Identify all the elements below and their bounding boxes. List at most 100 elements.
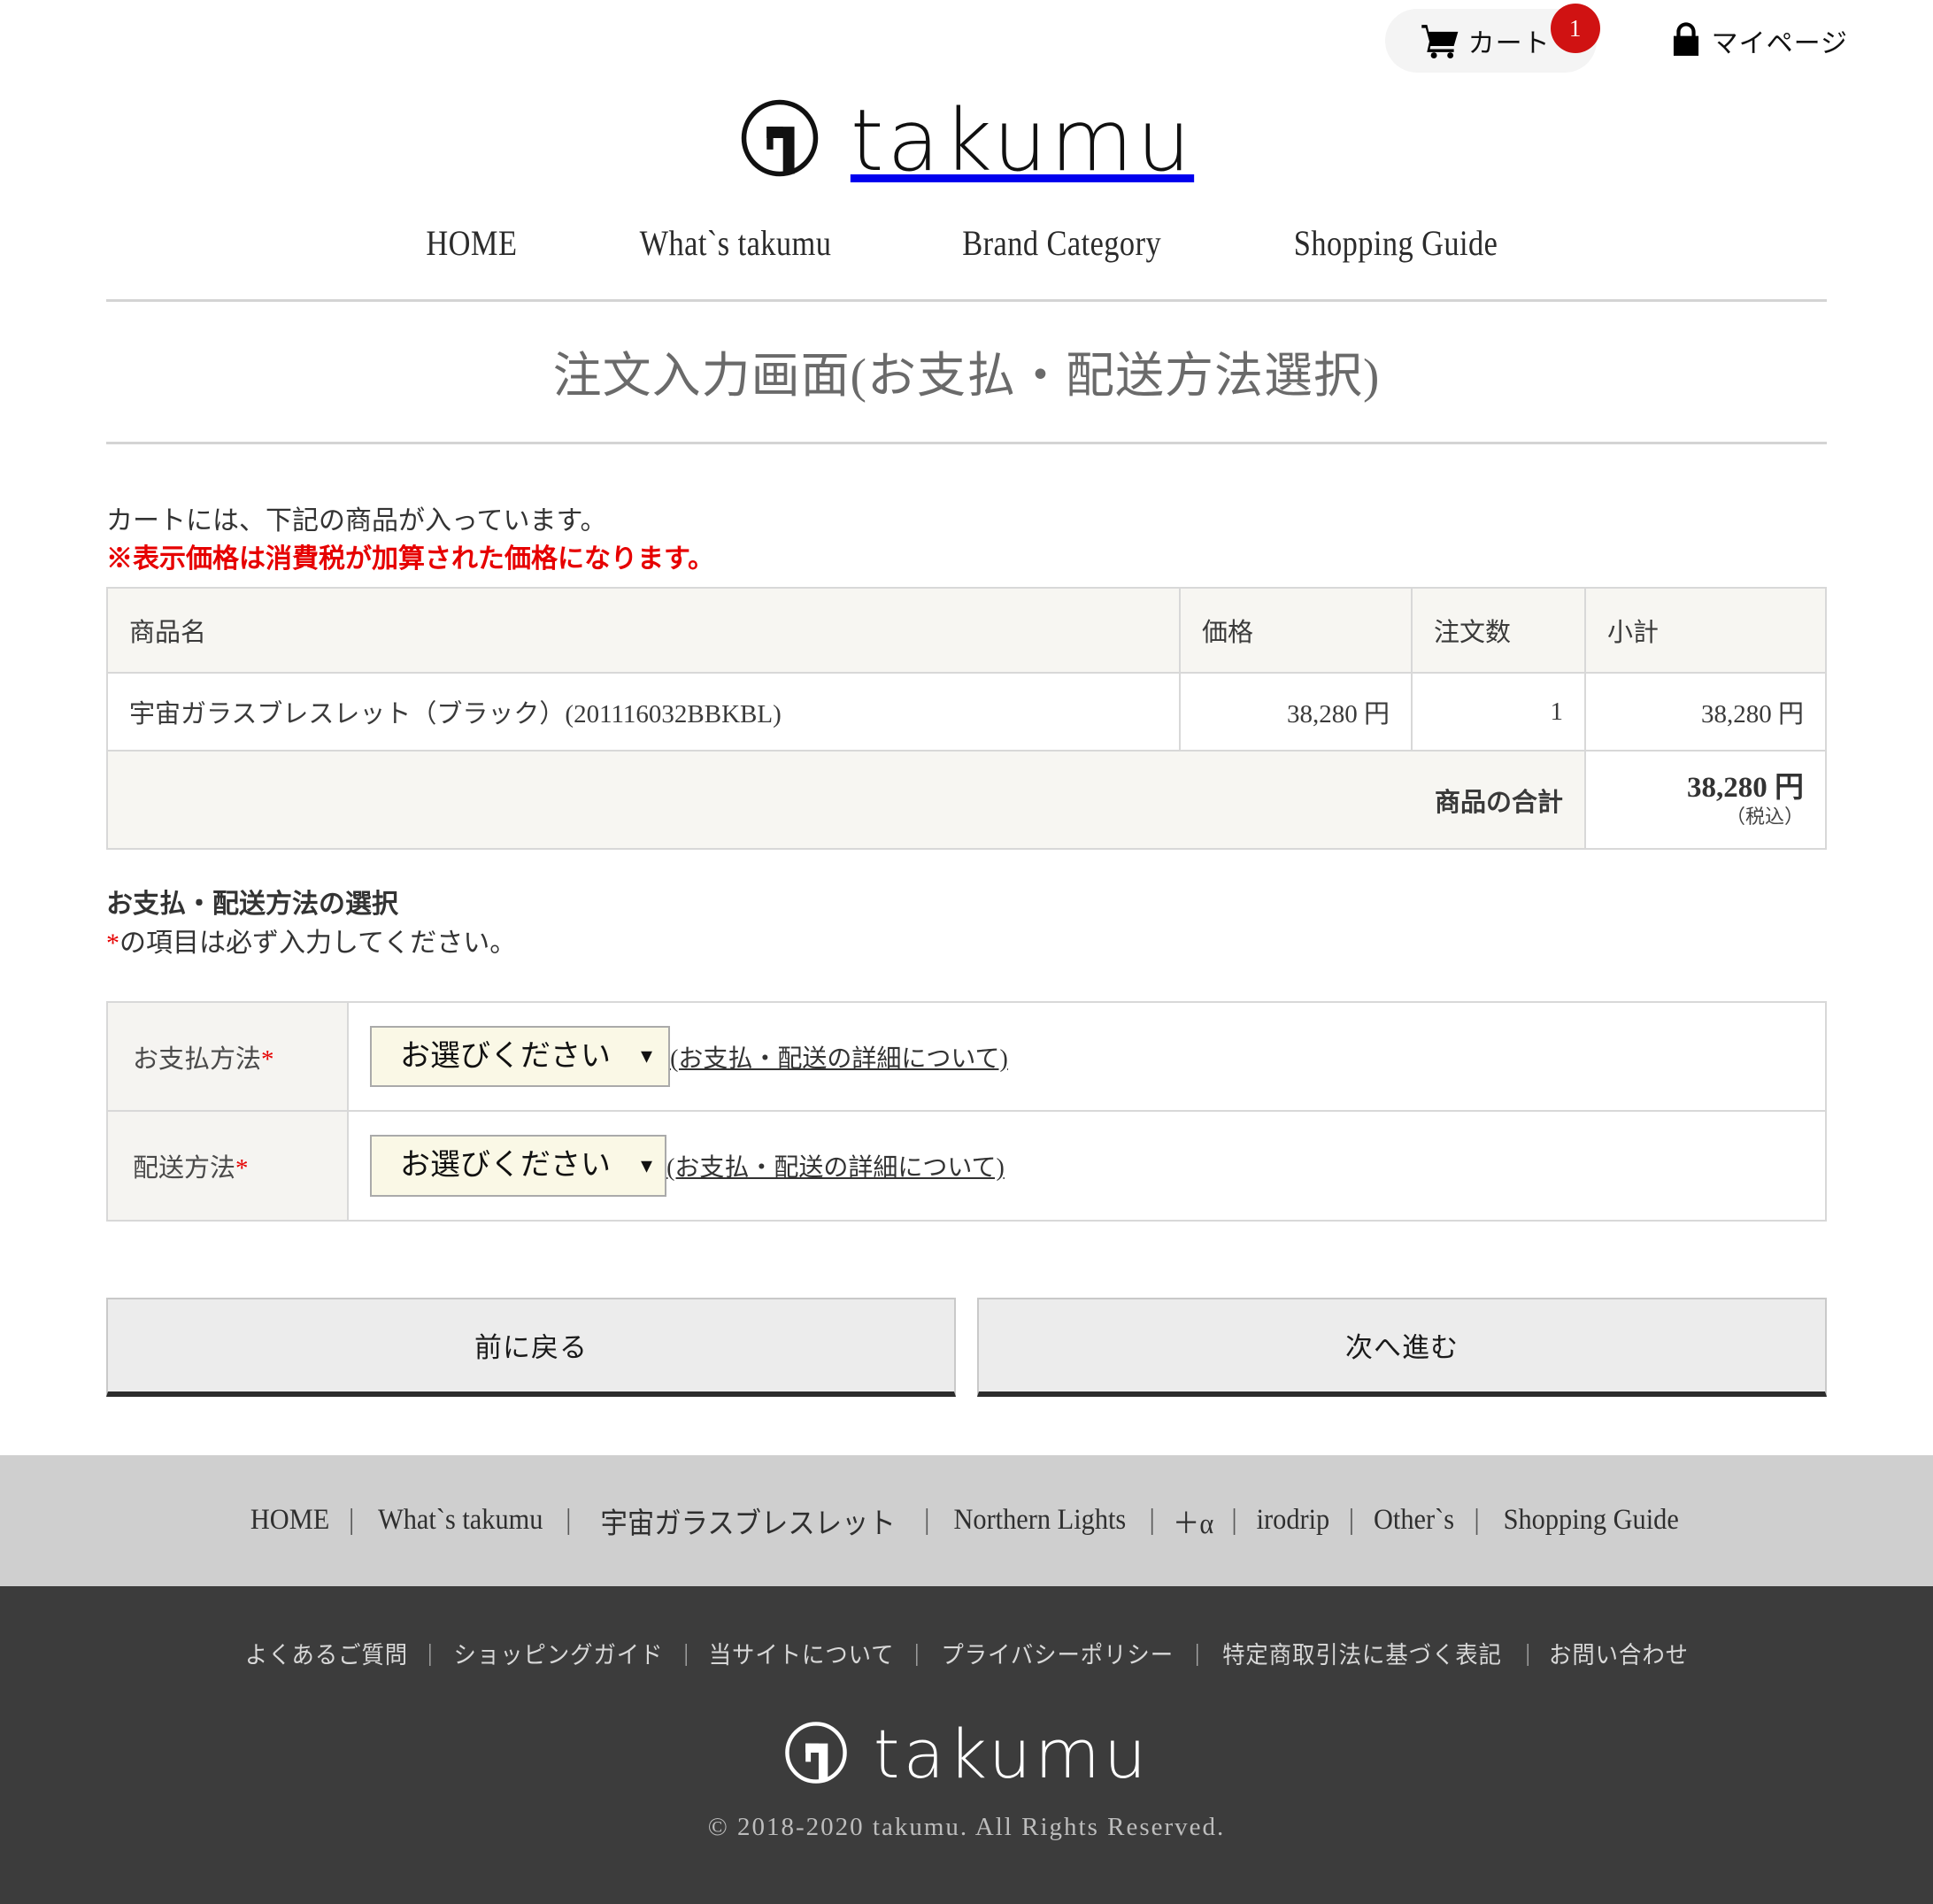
cart-total-row: 商品の合計 38,280 円 （税込） [106, 750, 1827, 851]
cart-total-label: 商品の合計 [106, 750, 1586, 851]
cart-table-body: 宇宙ガラスブレスレット（ブラック）(201116032BBKBL) 38,280… [106, 672, 1827, 851]
shipping-method-row: 配送方法* お選びください ▾ (お支払・配送の詳細について) [106, 1110, 1827, 1222]
footer-link-shopping-guide[interactable]: ショッピングガイド [440, 1636, 676, 1670]
cart-tax-note: ※表示価格は消費税が加算された価格になります。 [106, 543, 714, 574]
footer-nav-separator: | [923, 1504, 930, 1537]
footer-nav-item-others[interactable]: Other`s [1359, 1504, 1469, 1537]
logo-wordmark: takumu [850, 90, 1195, 190]
cart-item-price: 38,280 円 [1179, 672, 1413, 752]
footer-nav-separator: | [1474, 1504, 1480, 1537]
mypage-label: マイページ [1711, 29, 1848, 58]
footer-nav-item-uchu-glass-bracelet[interactable]: 宇宙ガラスブレスレット [586, 1499, 910, 1542]
required-note: の項目は必ず入力してください。 [119, 928, 517, 958]
footer-logo[interactable]: takumu [0, 1720, 1933, 1790]
shipping-method-control-cell: お選びください ▾ (お支払・配送の詳細について) [347, 1110, 1827, 1222]
cart-total-amount: 38,280 円 [1687, 772, 1804, 805]
payment-method-select-value: お選びください [400, 1038, 611, 1075]
cart-label: カート [1467, 29, 1551, 58]
footer-nav-item-home[interactable]: HOME [235, 1504, 344, 1537]
footer-links: よくあるご質問 | ショッピングガイド | 当サイトについて | プライバシーポ… [0, 1636, 1933, 1670]
required-mark: * [106, 928, 119, 958]
selection-heading: お支払・配送方法の選択 [106, 890, 398, 920]
takumu-logo-mark [783, 1720, 849, 1790]
cart-lead-line: カートには、下記の商品が入っています。 [106, 506, 607, 536]
shipping-detail-link[interactable]: (お支払・配送の詳細について) [666, 1148, 1005, 1183]
cart-item-name: 宇宙ガラスブレスレット（ブラック）(201116032BBKBL) [106, 672, 1181, 752]
form-actions: 前に戻る 次へ進む [106, 1297, 1827, 1397]
footer-category-nav-inner: HOME | What`s takumu | 宇宙ガラスブレスレット | Nor… [231, 1499, 1703, 1542]
cart-col-price: 価格 [1179, 587, 1413, 674]
page-title: 注文入力画面(お支払・配送方法選択) [552, 349, 1381, 403]
cart-col-name: 商品名 [106, 587, 1181, 674]
chevron-down-icon: ▾ [641, 1152, 653, 1179]
main-content: 注文入力画面(お支払・配送方法選択) カートには、下記の商品が入っています。 ※… [106, 299, 1827, 1397]
footer-category-nav: HOME | What`s takumu | 宇宙ガラスブレスレット | Nor… [0, 1454, 1933, 1586]
footer-logo-wordmark: takumu [873, 1715, 1151, 1794]
takumu-logo-mark [739, 97, 820, 183]
footer-link-about-site[interactable]: 当サイトについて [696, 1636, 908, 1670]
back-button[interactable]: 前に戻る [106, 1297, 956, 1397]
mypage-link[interactable]: マイページ [1669, 20, 1848, 62]
selection-section-head: お支払・配送方法の選択 *の項目は必ず入力してください。 [106, 885, 1827, 962]
shipping-method-label-cell: 配送方法* [106, 1110, 349, 1222]
footer-nav-separator: | [1149, 1504, 1155, 1537]
cart-lead-text: カートには、下記の商品が入っています。 ※表示価格は消費税が加算された価格になり… [106, 503, 1827, 578]
cart-col-subtotal: 小計 [1584, 587, 1827, 674]
nav-item-whats-takumu[interactable]: What`s takumu [597, 222, 874, 264]
footer-link-separator: | [427, 1638, 433, 1666]
cart-button[interactable]: カート 1 [1384, 4, 1600, 73]
shopping-cart-icon [1421, 23, 1459, 58]
payment-method-label: お支払方法 [133, 1045, 262, 1074]
footer-link-privacy-policy[interactable]: プライバシーポリシー [928, 1636, 1187, 1670]
footer-nav-item-whats-takumu[interactable]: What`s takumu [363, 1504, 557, 1537]
site-logo-link[interactable]: takumu [739, 97, 1194, 183]
chevron-down-icon: ▾ [641, 1043, 653, 1070]
nav-item-shopping-guide[interactable]: Shopping Guide [1251, 222, 1540, 264]
shipping-method-label: 配送方法 [133, 1154, 236, 1183]
footer-link-faq[interactable]: よくあるご質問 [232, 1636, 421, 1670]
lock-icon [1669, 20, 1703, 62]
footer-nav-separator: | [1231, 1504, 1237, 1537]
footer-link-separator: | [683, 1638, 689, 1666]
payment-method-select[interactable]: お選びください ▾ [370, 1026, 671, 1088]
footer-nav-separator: | [566, 1504, 572, 1537]
footer-nav-separator: | [1348, 1504, 1355, 1537]
payment-method-row: お支払方法* お選びください ▾ (お支払・配送の詳細について) [106, 1001, 1827, 1113]
cart-items-table: 商品名 価格 注文数 小計 宇宙ガラスブレスレット（ブラック）(20111603… [106, 587, 1827, 851]
cart-total-tax-note: （税込） [1725, 806, 1804, 829]
copyright-text: © 2018-2020 takumu. All Rights Reserved. [707, 1812, 1226, 1841]
footer-nav-item-irodrip[interactable]: irodrip [1242, 1504, 1344, 1537]
footer-link-contact[interactable]: お問い合わせ [1536, 1636, 1702, 1670]
utility-bar: カート 1 マイページ [0, 0, 1933, 81]
next-button[interactable]: 次へ進む [977, 1297, 1827, 1397]
footer-nav-item-northern-lights[interactable]: Northern Lights [939, 1504, 1141, 1537]
cart-total-value: 38,280 円 （税込） [1584, 750, 1827, 851]
footer-nav-separator: | [348, 1504, 355, 1537]
shipping-required-mark: * [235, 1154, 249, 1183]
table-row: 宇宙ガラスブレスレット（ブラック）(201116032BBKBL) 38,280… [106, 672, 1827, 752]
cart-table-head: 商品名 価格 注文数 小計 [106, 587, 1827, 674]
footer-nav-item-shopping-guide[interactable]: Shopping Guide [1489, 1504, 1693, 1537]
shipping-method-select[interactable]: お選びください ▾ [370, 1135, 667, 1197]
footer-link-separator: | [1525, 1638, 1530, 1666]
cart-col-qty: 注文数 [1411, 587, 1586, 674]
nav-item-home[interactable]: HOME [384, 222, 560, 264]
footer-link-separator: | [1195, 1638, 1200, 1666]
main-navigation: HOME What`s takumu Brand Category Shoppi… [0, 222, 1933, 264]
payment-method-control-cell: お選びください ▾ (お支払・配送の詳細について) [347, 1001, 1827, 1113]
site-footer: よくあるご質問 | ショッピングガイド | 当サイトについて | プライバシーポ… [0, 1585, 1933, 1904]
cart-item-subtotal: 38,280 円 [1584, 672, 1827, 752]
site-logo-area: takumu [0, 97, 1933, 183]
footer-link-separator: | [914, 1638, 920, 1666]
footer-nav-item-plus-alpha[interactable]: ＋α [1158, 1499, 1228, 1542]
page-title-section: 注文入力画面(お支払・配送方法選択) [106, 299, 1827, 444]
cart-item-qty: 1 [1411, 672, 1586, 752]
cart-count-badge: 1 [1550, 4, 1600, 53]
payment-method-label-cell: お支払方法* [106, 1001, 349, 1113]
footer-link-legal-notice[interactable]: 特定商取引法に基づく表記 [1209, 1636, 1515, 1670]
shipping-method-select-value: お選びください [400, 1147, 611, 1183]
payment-detail-link[interactable]: (お支払・配送の詳細について) [670, 1039, 1008, 1075]
payment-required-mark: * [261, 1045, 274, 1074]
payment-shipping-table: お支払方法* お選びください ▾ (お支払・配送の詳細について) 配送方法* お… [106, 1001, 1827, 1222]
nav-item-brand-category[interactable]: Brand Category [920, 222, 1204, 264]
